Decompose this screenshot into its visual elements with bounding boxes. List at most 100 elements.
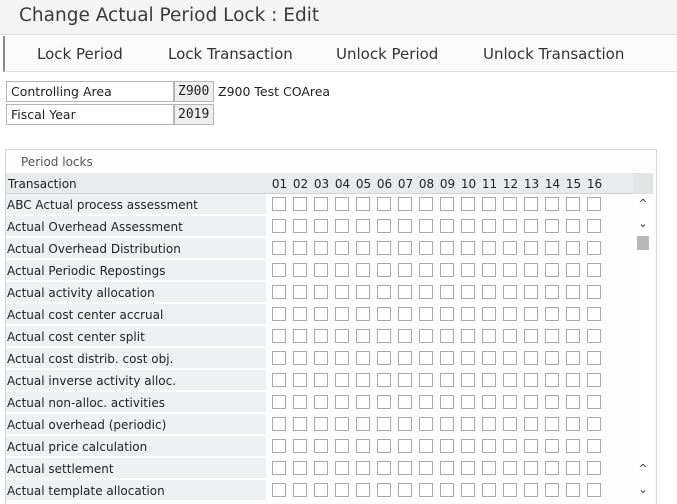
period-lock-checkbox[interactable] [314, 285, 328, 299]
period-lock-checkbox[interactable] [440, 373, 454, 387]
period-lock-checkbox[interactable] [482, 461, 496, 475]
period-lock-checkbox[interactable] [482, 285, 496, 299]
period-lock-checkbox[interactable] [545, 241, 559, 255]
period-lock-checkbox[interactable] [356, 241, 370, 255]
period-lock-checkbox[interactable] [566, 263, 580, 277]
period-lock-checkbox[interactable] [314, 219, 328, 233]
chevron-down-icon[interactable]: ⌄ [636, 484, 650, 496]
period-lock-checkbox[interactable] [356, 373, 370, 387]
period-lock-checkbox[interactable] [482, 483, 496, 497]
period-lock-checkbox[interactable] [398, 461, 412, 475]
period-lock-checkbox[interactable] [335, 483, 349, 497]
period-lock-checkbox[interactable] [461, 197, 475, 211]
period-lock-checkbox[interactable] [503, 439, 517, 453]
table-vertical-scrollbar[interactable]: ^ ⌄ ^ ⌄ [633, 173, 653, 504]
period-lock-checkbox[interactable] [461, 373, 475, 387]
period-lock-checkbox[interactable] [356, 263, 370, 277]
period-lock-checkbox[interactable] [524, 439, 538, 453]
period-lock-checkbox[interactable] [272, 439, 286, 453]
period-lock-checkbox[interactable] [419, 197, 433, 211]
period-lock-checkbox[interactable] [524, 329, 538, 343]
period-lock-checkbox[interactable] [356, 461, 370, 475]
period-lock-checkbox[interactable] [587, 219, 601, 233]
period-lock-checkbox[interactable] [419, 461, 433, 475]
period-lock-checkbox[interactable] [524, 351, 538, 365]
period-lock-checkbox[interactable] [314, 395, 328, 409]
period-lock-checkbox[interactable] [293, 197, 307, 211]
period-lock-checkbox[interactable] [440, 241, 454, 255]
chevron-down-icon[interactable]: ⌄ [636, 218, 650, 230]
period-lock-checkbox[interactable] [377, 241, 391, 255]
period-lock-checkbox[interactable] [440, 439, 454, 453]
period-lock-checkbox[interactable] [272, 483, 286, 497]
period-lock-checkbox[interactable] [461, 351, 475, 365]
chevron-up-icon[interactable]: ^ [636, 198, 650, 210]
period-lock-checkbox[interactable] [545, 219, 559, 233]
period-lock-checkbox[interactable] [503, 395, 517, 409]
period-lock-checkbox[interactable] [545, 307, 559, 321]
period-lock-checkbox[interactable] [356, 395, 370, 409]
period-lock-checkbox[interactable] [335, 219, 349, 233]
period-lock-checkbox[interactable] [272, 241, 286, 255]
period-lock-checkbox[interactable] [524, 307, 538, 321]
period-lock-checkbox[interactable] [587, 461, 601, 475]
period-lock-checkbox[interactable] [356, 285, 370, 299]
period-lock-checkbox[interactable] [335, 197, 349, 211]
period-lock-checkbox[interactable] [335, 351, 349, 365]
period-lock-checkbox[interactable] [272, 219, 286, 233]
period-lock-checkbox[interactable] [356, 351, 370, 365]
period-lock-checkbox[interactable] [314, 483, 328, 497]
period-lock-checkbox[interactable] [398, 483, 412, 497]
period-lock-checkbox[interactable] [293, 417, 307, 431]
period-lock-checkbox[interactable] [398, 285, 412, 299]
period-lock-checkbox[interactable] [503, 373, 517, 387]
period-lock-checkbox[interactable] [335, 307, 349, 321]
period-lock-checkbox[interactable] [335, 439, 349, 453]
period-lock-checkbox[interactable] [587, 417, 601, 431]
period-lock-checkbox[interactable] [587, 285, 601, 299]
period-lock-checkbox[interactable] [566, 373, 580, 387]
period-lock-checkbox[interactable] [524, 285, 538, 299]
period-lock-checkbox[interactable] [482, 439, 496, 453]
period-lock-checkbox[interactable] [377, 351, 391, 365]
period-lock-checkbox[interactable] [587, 351, 601, 365]
period-lock-checkbox[interactable] [314, 263, 328, 277]
lock-period-button[interactable]: Lock Period [37, 45, 123, 63]
period-lock-checkbox[interactable] [398, 417, 412, 431]
period-lock-checkbox[interactable] [545, 373, 559, 387]
period-lock-checkbox[interactable] [314, 373, 328, 387]
period-lock-checkbox[interactable] [419, 351, 433, 365]
period-lock-checkbox[interactable] [293, 285, 307, 299]
period-lock-checkbox[interactable] [524, 373, 538, 387]
period-lock-checkbox[interactable] [314, 461, 328, 475]
period-lock-checkbox[interactable] [482, 417, 496, 431]
period-lock-checkbox[interactable] [461, 263, 475, 277]
period-lock-checkbox[interactable] [293, 307, 307, 321]
period-lock-checkbox[interactable] [587, 395, 601, 409]
period-lock-checkbox[interactable] [293, 439, 307, 453]
period-lock-checkbox[interactable] [293, 263, 307, 277]
period-lock-checkbox[interactable] [440, 329, 454, 343]
period-lock-checkbox[interactable] [398, 197, 412, 211]
period-lock-checkbox[interactable] [398, 241, 412, 255]
period-lock-checkbox[interactable] [398, 263, 412, 277]
period-lock-checkbox[interactable] [503, 461, 517, 475]
period-lock-checkbox[interactable] [524, 461, 538, 475]
period-lock-checkbox[interactable] [482, 373, 496, 387]
period-lock-checkbox[interactable] [272, 285, 286, 299]
scrollbar-thumb[interactable] [637, 236, 649, 250]
period-lock-checkbox[interactable] [335, 329, 349, 343]
period-lock-checkbox[interactable] [419, 483, 433, 497]
period-lock-checkbox[interactable] [524, 395, 538, 409]
period-lock-checkbox[interactable] [293, 219, 307, 233]
period-lock-checkbox[interactable] [440, 461, 454, 475]
period-lock-checkbox[interactable] [545, 285, 559, 299]
period-lock-checkbox[interactable] [356, 307, 370, 321]
period-lock-checkbox[interactable] [461, 483, 475, 497]
period-lock-checkbox[interactable] [419, 285, 433, 299]
period-lock-checkbox[interactable] [314, 417, 328, 431]
period-lock-checkbox[interactable] [482, 263, 496, 277]
period-lock-checkbox[interactable] [293, 241, 307, 255]
period-lock-checkbox[interactable] [419, 439, 433, 453]
period-lock-checkbox[interactable] [482, 241, 496, 255]
